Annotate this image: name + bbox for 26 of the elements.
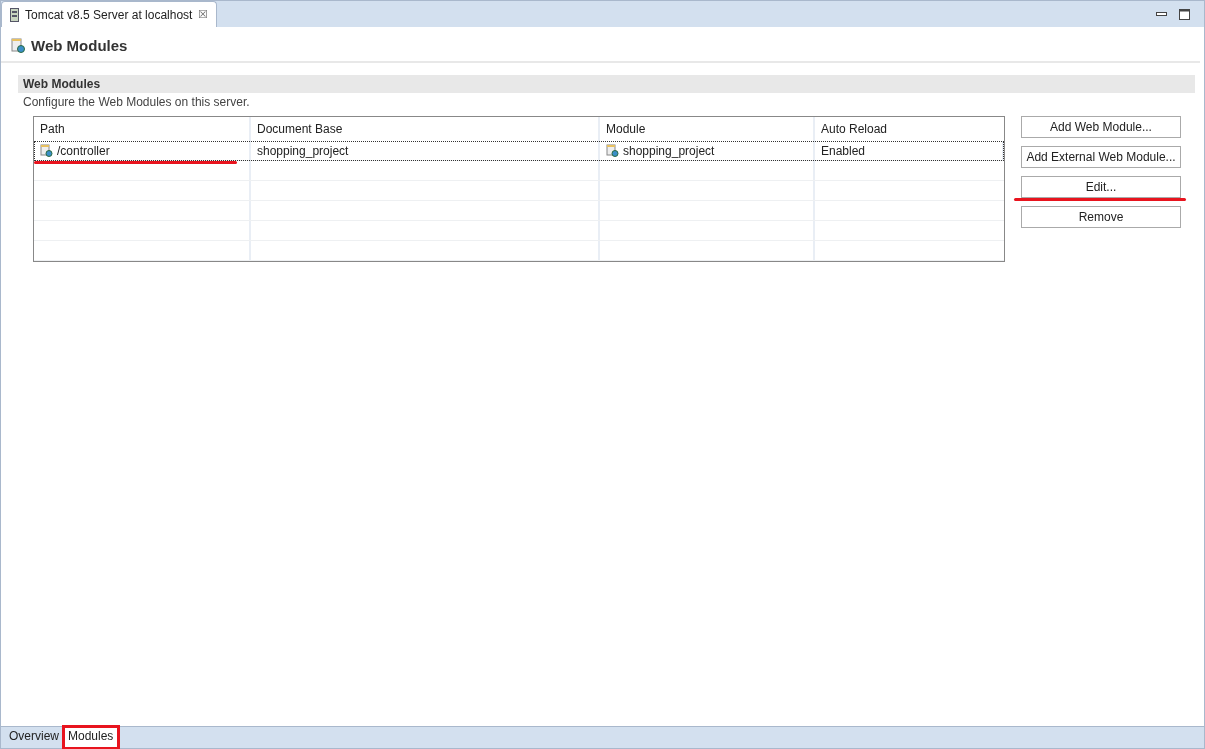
web-module-icon	[11, 38, 25, 53]
table-cell: shopping_project	[623, 143, 715, 158]
maximize-icon[interactable]	[1179, 8, 1190, 20]
action-button[interactable]: Remove	[1021, 206, 1181, 228]
column-header[interactable]: Path	[34, 117, 251, 141]
minimize-icon[interactable]	[1156, 11, 1167, 17]
action-button[interactable]: Add Web Module...	[1021, 116, 1181, 138]
table-row[interactable]: /controller shopping_project shopping_project Enabled	[34, 141, 1004, 161]
table-cell: shopping_project	[257, 143, 349, 158]
web-module-icon	[40, 144, 53, 157]
action-button[interactable]: Add External Web Module...	[1021, 146, 1181, 168]
action-button[interactable]: Edit...	[1021, 176, 1181, 198]
table-cell: Enabled	[821, 143, 866, 158]
server-icon	[10, 7, 19, 22]
column-header[interactable]: Module	[600, 117, 815, 141]
web-module-icon	[606, 144, 619, 157]
close-icon[interactable]: ☒	[198, 8, 209, 21]
editor-tab-title: Tomcat v8.5 Server at localhost	[25, 7, 193, 22]
page-tab[interactable]: Modules	[64, 727, 119, 748]
column-header[interactable]: Document Base	[251, 117, 600, 141]
table-cell: /controller	[57, 143, 110, 158]
page-title: Web Modules	[31, 37, 128, 54]
column-header[interactable]: Auto Reload	[815, 117, 1004, 141]
section-description: Configure the Web Modules on this server.	[22, 94, 251, 111]
section-title: Web Modules	[23, 77, 101, 91]
editor-tab[interactable]: Tomcat v8.5 Server at localhost ☒	[1, 1, 218, 27]
